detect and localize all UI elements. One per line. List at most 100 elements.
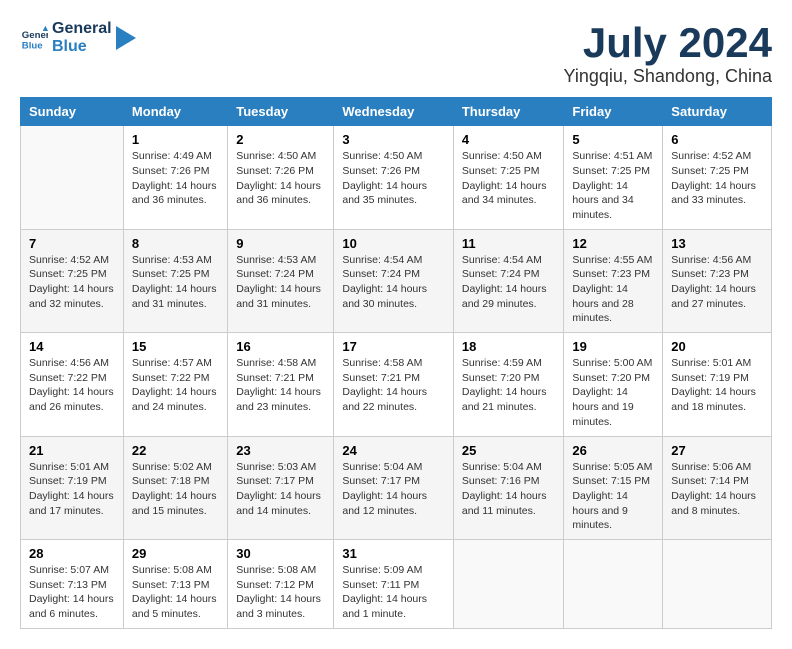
day-number: 19 — [572, 339, 654, 354]
col-header-monday: Monday — [123, 98, 227, 126]
day-cell: 26 Sunrise: 5:05 AMSunset: 7:15 PMDayligh… — [564, 436, 663, 539]
week-row-1: 1 Sunrise: 4:49 AMSunset: 7:26 PMDaylight… — [21, 126, 772, 229]
day-cell: 12 Sunrise: 4:55 AMSunset: 7:23 PMDayligh… — [564, 229, 663, 332]
day-cell — [21, 126, 124, 229]
day-info: Sunrise: 4:58 AMSunset: 7:21 PMDaylight:… — [342, 356, 445, 415]
subtitle: Yingqiu, Shandong, China — [564, 66, 773, 87]
main-title: July 2024 — [564, 20, 773, 66]
day-number: 25 — [462, 443, 556, 458]
day-info: Sunrise: 4:53 AMSunset: 7:24 PMDaylight:… — [236, 253, 325, 312]
page-header: General Blue General Blue July 2024 Ying… — [20, 20, 772, 87]
day-number: 3 — [342, 132, 445, 147]
col-header-thursday: Thursday — [453, 98, 564, 126]
day-number: 26 — [572, 443, 654, 458]
day-number: 31 — [342, 546, 445, 561]
day-number: 18 — [462, 339, 556, 354]
day-info: Sunrise: 4:52 AMSunset: 7:25 PMDaylight:… — [671, 149, 763, 208]
col-header-friday: Friday — [564, 98, 663, 126]
day-info: Sunrise: 4:54 AMSunset: 7:24 PMDaylight:… — [342, 253, 445, 312]
day-cell: 6 Sunrise: 4:52 AMSunset: 7:25 PMDaylight… — [663, 126, 772, 229]
logo: General Blue General Blue — [20, 20, 136, 55]
week-row-5: 28 Sunrise: 5:07 AMSunset: 7:13 PMDayligh… — [21, 539, 772, 628]
day-cell: 15Sunrise: 4:57 AMSunset: 7:22 PMDayligh… — [123, 333, 227, 436]
day-cell: 20 Sunrise: 5:01 AMSunset: 7:19 PMDayligh… — [663, 333, 772, 436]
col-header-wednesday: Wednesday — [334, 98, 454, 126]
week-row-2: 7 Sunrise: 4:52 AMSunset: 7:25 PMDaylight… — [21, 229, 772, 332]
day-number: 11 — [462, 236, 556, 251]
day-info: Sunrise: 4:49 AMSunset: 7:26 PMDaylight:… — [132, 149, 219, 208]
day-cell: 4Sunrise: 4:50 AMSunset: 7:25 PMDaylight… — [453, 126, 564, 229]
day-number: 14 — [29, 339, 115, 354]
day-cell: 2 Sunrise: 4:50 AMSunset: 7:26 PMDaylight… — [228, 126, 334, 229]
day-number: 28 — [29, 546, 115, 561]
header-row: SundayMondayTuesdayWednesdayThursdayFrid… — [21, 98, 772, 126]
day-info: Sunrise: 4:50 AMSunset: 7:26 PMDaylight:… — [236, 149, 325, 208]
logo-general: General — [52, 20, 112, 38]
day-cell: 13Sunrise: 4:56 AMSunset: 7:23 PMDayligh… — [663, 229, 772, 332]
day-cell: 24 Sunrise: 5:04 AMSunset: 7:17 PMDayligh… — [334, 436, 454, 539]
day-cell — [453, 539, 564, 628]
day-info: Sunrise: 5:05 AMSunset: 7:15 PMDaylight:… — [572, 460, 654, 533]
day-info: Sunrise: 5:02 AMSunset: 7:18 PMDaylight:… — [132, 460, 219, 519]
day-number: 1 — [132, 132, 219, 147]
day-info: Sunrise: 4:53 AMSunset: 7:25 PMDaylight:… — [132, 253, 219, 312]
day-number: 29 — [132, 546, 219, 561]
day-cell: 8Sunrise: 4:53 AMSunset: 7:25 PMDaylight… — [123, 229, 227, 332]
day-info: Sunrise: 4:55 AMSunset: 7:23 PMDaylight:… — [572, 253, 654, 326]
day-info: Sunrise: 4:54 AMSunset: 7:24 PMDaylight:… — [462, 253, 556, 312]
day-number: 7 — [29, 236, 115, 251]
day-cell — [663, 539, 772, 628]
day-number: 12 — [572, 236, 654, 251]
day-number: 6 — [671, 132, 763, 147]
day-cell: 21Sunrise: 5:01 AMSunset: 7:19 PMDayligh… — [21, 436, 124, 539]
day-cell: 29 Sunrise: 5:08 AMSunset: 7:13 PMDayligh… — [123, 539, 227, 628]
day-number: 10 — [342, 236, 445, 251]
title-block: July 2024 Yingqiu, Shandong, China — [564, 20, 773, 87]
day-info: Sunrise: 5:01 AMSunset: 7:19 PMDaylight:… — [671, 356, 763, 415]
day-info: Sunrise: 5:04 AMSunset: 7:16 PMDaylight:… — [462, 460, 556, 519]
col-header-sunday: Sunday — [21, 98, 124, 126]
day-number: 9 — [236, 236, 325, 251]
svg-text:General: General — [22, 30, 48, 41]
day-info: Sunrise: 4:51 AMSunset: 7:25 PMDaylight:… — [572, 149, 654, 222]
day-info: Sunrise: 4:59 AMSunset: 7:20 PMDaylight:… — [462, 356, 556, 415]
day-cell: 27Sunrise: 5:06 AMSunset: 7:14 PMDayligh… — [663, 436, 772, 539]
day-number: 17 — [342, 339, 445, 354]
day-cell: 10 Sunrise: 4:54 AMSunset: 7:24 PMDayligh… — [334, 229, 454, 332]
col-header-tuesday: Tuesday — [228, 98, 334, 126]
day-number: 4 — [462, 132, 556, 147]
day-number: 20 — [671, 339, 763, 354]
day-cell: 28 Sunrise: 5:07 AMSunset: 7:13 PMDayligh… — [21, 539, 124, 628]
calendar-table: SundayMondayTuesdayWednesdayThursdayFrid… — [20, 97, 772, 629]
day-number: 16 — [236, 339, 325, 354]
day-cell: 31 Sunrise: 5:09 AMSunset: 7:11 PMDayligh… — [334, 539, 454, 628]
logo-blue: Blue — [52, 38, 112, 56]
day-cell: 16 Sunrise: 4:58 AMSunset: 7:21 PMDayligh… — [228, 333, 334, 436]
day-cell: 22Sunrise: 5:02 AMSunset: 7:18 PMDayligh… — [123, 436, 227, 539]
day-info: Sunrise: 5:03 AMSunset: 7:17 PMDaylight:… — [236, 460, 325, 519]
day-info: Sunrise: 5:07 AMSunset: 7:13 PMDaylight:… — [29, 563, 115, 622]
day-info: Sunrise: 4:50 AMSunset: 7:26 PMDaylight:… — [342, 149, 445, 208]
day-number: 5 — [572, 132, 654, 147]
svg-text:Blue: Blue — [22, 40, 43, 51]
day-cell: 17 Sunrise: 4:58 AMSunset: 7:21 PMDayligh… — [334, 333, 454, 436]
day-number: 23 — [236, 443, 325, 458]
day-info: Sunrise: 5:08 AMSunset: 7:13 PMDaylight:… — [132, 563, 219, 622]
day-cell: 1 Sunrise: 4:49 AMSunset: 7:26 PMDaylight… — [123, 126, 227, 229]
day-info: Sunrise: 5:08 AMSunset: 7:12 PMDaylight:… — [236, 563, 325, 622]
day-info: Sunrise: 4:58 AMSunset: 7:21 PMDaylight:… — [236, 356, 325, 415]
day-number: 24 — [342, 443, 445, 458]
day-info: Sunrise: 4:52 AMSunset: 7:25 PMDaylight:… — [29, 253, 115, 312]
day-cell: 3 Sunrise: 4:50 AMSunset: 7:26 PMDaylight… — [334, 126, 454, 229]
day-cell: 23 Sunrise: 5:03 AMSunset: 7:17 PMDayligh… — [228, 436, 334, 539]
day-cell: 5 Sunrise: 4:51 AMSunset: 7:25 PMDaylight… — [564, 126, 663, 229]
day-info: Sunrise: 5:04 AMSunset: 7:17 PMDaylight:… — [342, 460, 445, 519]
day-cell: 25 Sunrise: 5:04 AMSunset: 7:16 PMDayligh… — [453, 436, 564, 539]
logo-arrow-icon — [116, 26, 136, 50]
day-cell: 7 Sunrise: 4:52 AMSunset: 7:25 PMDaylight… — [21, 229, 124, 332]
day-number: 2 — [236, 132, 325, 147]
day-info: Sunrise: 4:56 AMSunset: 7:23 PMDaylight:… — [671, 253, 763, 312]
day-info: Sunrise: 5:00 AMSunset: 7:20 PMDaylight:… — [572, 356, 654, 429]
day-info: Sunrise: 5:09 AMSunset: 7:11 PMDaylight:… — [342, 563, 445, 622]
day-number: 30 — [236, 546, 325, 561]
